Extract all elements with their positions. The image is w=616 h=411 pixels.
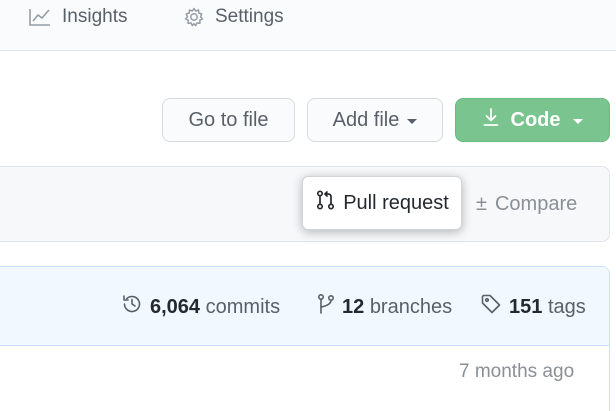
add-file-button[interactable]: Add file: [307, 98, 443, 142]
code-button-label: Code: [510, 108, 561, 131]
download-icon: [483, 107, 499, 133]
tab-insights[interactable]: Insights: [28, 0, 127, 34]
commits-count: 6,064: [150, 295, 201, 318]
go-to-file-button[interactable]: Go to file: [162, 98, 295, 142]
chevron-down-icon: [572, 118, 583, 124]
git-pull-request-icon: [315, 189, 337, 217]
add-file-label: Add file: [332, 108, 400, 131]
tags-count: 151: [509, 295, 543, 318]
tags-link[interactable]: 151 tags: [480, 292, 586, 322]
branches-link[interactable]: 12 branches: [317, 292, 452, 322]
tab-insights-label: Insights: [62, 6, 128, 27]
compare-button[interactable]: ± Compare: [476, 189, 577, 219]
git-branch-icon: [317, 293, 335, 321]
pull-request-button[interactable]: Pull request: [302, 176, 462, 230]
gear-icon: [183, 6, 205, 28]
tab-settings-label: Settings: [215, 6, 284, 27]
branches-count: 12: [342, 295, 365, 318]
tab-settings[interactable]: Settings: [183, 0, 284, 34]
chevron-down-icon: [407, 118, 418, 124]
pull-request-label: Pull request: [343, 191, 449, 214]
branches-label: branches: [369, 295, 453, 318]
latest-commit-age: 7 months ago: [459, 361, 575, 382]
commits-link[interactable]: 6,064 commits: [121, 292, 280, 322]
code-button[interactable]: Code: [455, 98, 610, 142]
history-icon: [121, 293, 143, 321]
tag-icon: [480, 293, 502, 321]
repo-tab-nav: Insights Settings: [0, 0, 616, 51]
repo-page: Insights Settings Go to file Add file Co…: [0, 0, 616, 411]
repo-file-box: [0, 266, 610, 411]
compare-label: Compare: [494, 192, 578, 215]
go-to-file-label: Go to file: [188, 108, 269, 131]
plus-minus-icon: ±: [476, 193, 487, 215]
graph-icon: [28, 7, 52, 27]
tags-label: tags: [547, 295, 586, 318]
commits-label: commits: [205, 295, 281, 318]
